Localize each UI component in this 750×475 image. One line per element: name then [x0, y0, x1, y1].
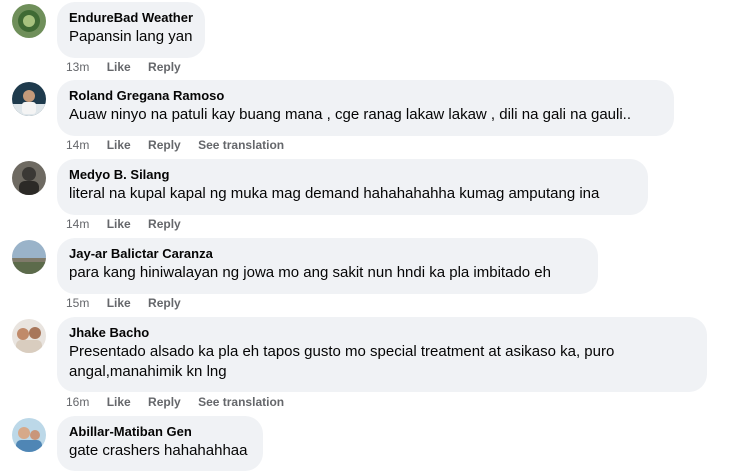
avatar[interactable]	[12, 161, 46, 195]
avatar[interactable]	[12, 418, 46, 452]
comment-bubble: Jhake Bacho Presentado alsado ka pla eh …	[57, 317, 707, 392]
comment-timestamp[interactable]: 14m	[66, 216, 89, 232]
avatar-image	[12, 161, 46, 195]
reply-button[interactable]: Reply	[148, 295, 181, 311]
comment-meta: 14m Like Reply	[66, 216, 195, 232]
avatar-image	[12, 82, 46, 116]
see-translation-link[interactable]: See translation	[198, 394, 284, 410]
comment-author[interactable]: Jay-ar Balictar Caranza	[69, 246, 586, 262]
comment-text: Presentado alsado ka pla eh tapos gusto …	[69, 343, 615, 380]
comment-timestamp[interactable]: 13m	[66, 59, 89, 75]
comment-author[interactable]: Medyo B. Silang	[69, 167, 636, 183]
comment-timestamp[interactable]: 14m	[66, 137, 89, 153]
like-button[interactable]: Like	[107, 137, 131, 153]
comment-text: Papansin lang yan	[69, 28, 193, 45]
avatar-image	[12, 240, 46, 274]
comment-text: Auaw ninyo na patuli kay buang mana , cg…	[69, 106, 632, 123]
comment-bubble: Abillar-Matiban Gen gate crashers hahaha…	[57, 416, 263, 471]
comment-author[interactable]: Roland Gregana Ramoso	[69, 88, 662, 104]
reply-button[interactable]: Reply	[148, 59, 181, 75]
comment-timestamp[interactable]: 16m	[66, 394, 89, 410]
comment-timestamp[interactable]: 15m	[66, 295, 89, 311]
like-button[interactable]: Like	[107, 59, 131, 75]
avatar[interactable]	[12, 319, 46, 353]
reply-button[interactable]: Reply	[148, 216, 181, 232]
comment-meta: 14m Like Reply See translation	[66, 137, 298, 153]
reply-button[interactable]: Reply	[148, 394, 181, 410]
comment-text: gate crashers hahahahhaa	[69, 442, 248, 459]
avatar[interactable]	[12, 240, 46, 274]
avatar[interactable]	[12, 4, 46, 38]
comment-meta: 16m Like Reply See translation	[66, 394, 298, 410]
comment-bubble: Medyo B. Silang literal na kupal kapal n…	[57, 159, 648, 215]
comment-bubble: EndureBad Weather Papansin lang yan	[57, 2, 205, 58]
reply-button[interactable]: Reply	[148, 137, 181, 153]
avatar-image	[12, 319, 46, 353]
comment-meta: 15m Like Reply	[66, 295, 195, 311]
comment-author[interactable]: EndureBad Weather	[69, 10, 193, 26]
like-button[interactable]: Like	[107, 394, 131, 410]
comment-author[interactable]: Jhake Bacho	[69, 325, 695, 341]
comment-text: literal na kupal kapal ng muka mag deman…	[69, 185, 600, 202]
comment-bubble: Jay-ar Balictar Caranza para kang hiniwa…	[57, 238, 598, 294]
comment-text: para kang hiniwalayan ng jowa mo ang sak…	[69, 264, 551, 281]
comment-meta: 13m Like Reply	[66, 59, 195, 75]
avatar-image	[12, 418, 46, 452]
see-translation-link[interactable]: See translation	[198, 137, 284, 153]
avatar[interactable]	[12, 82, 46, 116]
comment-author[interactable]: Abillar-Matiban Gen	[69, 424, 251, 440]
comment-bubble: Roland Gregana Ramoso Auaw ninyo na patu…	[57, 80, 674, 136]
like-button[interactable]: Like	[107, 295, 131, 311]
like-button[interactable]: Like	[107, 216, 131, 232]
avatar-image	[12, 4, 46, 38]
